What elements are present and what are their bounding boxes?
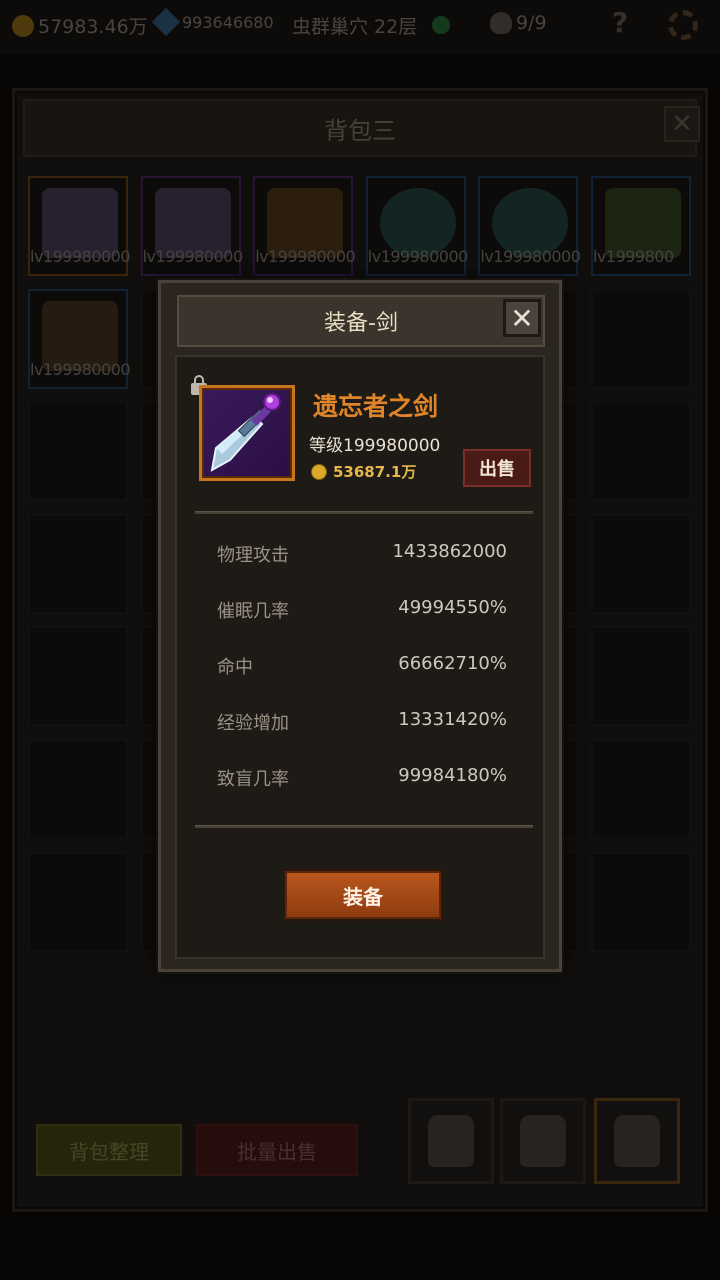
stat-value: 66662710% bbox=[398, 653, 507, 674]
item-name: 遗忘者之剑 bbox=[313, 392, 439, 421]
stat-label: 致盲几率 bbox=[217, 769, 289, 790]
stat-row: 物理攻击 1433862000 bbox=[217, 541, 507, 571]
sword-icon bbox=[210, 393, 281, 472]
divider bbox=[195, 825, 533, 828]
stat-row: 经验增加 13331420% bbox=[217, 709, 507, 739]
dialog-body: 遗忘者之剑 等级199980000 53687.1万 出售 物理攻击 14338… bbox=[175, 355, 545, 959]
stat-value: 1433862000 bbox=[392, 541, 507, 562]
dialog-title: 装备-剑 bbox=[177, 295, 545, 347]
stat-value: 99984180% bbox=[398, 765, 507, 786]
stat-row: 催眠几率 49994550% bbox=[217, 597, 507, 627]
item-price-row: 53687.1万 bbox=[311, 461, 416, 482]
stat-label: 经验增加 bbox=[217, 713, 289, 734]
stat-value: 49994550% bbox=[398, 597, 507, 618]
coin-icon bbox=[311, 463, 327, 480]
equipment-detail-dialog: 装备-剑 ✕ 遗忘者之剑 等级199980000 53687.1万 出售 物理攻… bbox=[158, 280, 562, 972]
stat-value: 13331420% bbox=[398, 709, 507, 730]
dialog-close-button[interactable]: ✕ bbox=[503, 299, 541, 337]
stat-row: 致盲几率 99984180% bbox=[217, 765, 507, 795]
stat-label: 催眠几率 bbox=[217, 601, 289, 622]
stat-row: 命中 66662710% bbox=[217, 653, 507, 683]
stat-label: 物理攻击 bbox=[217, 545, 289, 566]
item-icon-frame bbox=[199, 385, 295, 481]
item-price: 53687.1万 bbox=[333, 463, 417, 481]
equip-button[interactable]: 装备 bbox=[285, 871, 441, 919]
item-level: 等级199980000 bbox=[309, 436, 441, 456]
stat-label: 命中 bbox=[217, 657, 253, 678]
sell-button[interactable]: 出售 bbox=[463, 449, 531, 487]
divider bbox=[195, 511, 533, 514]
